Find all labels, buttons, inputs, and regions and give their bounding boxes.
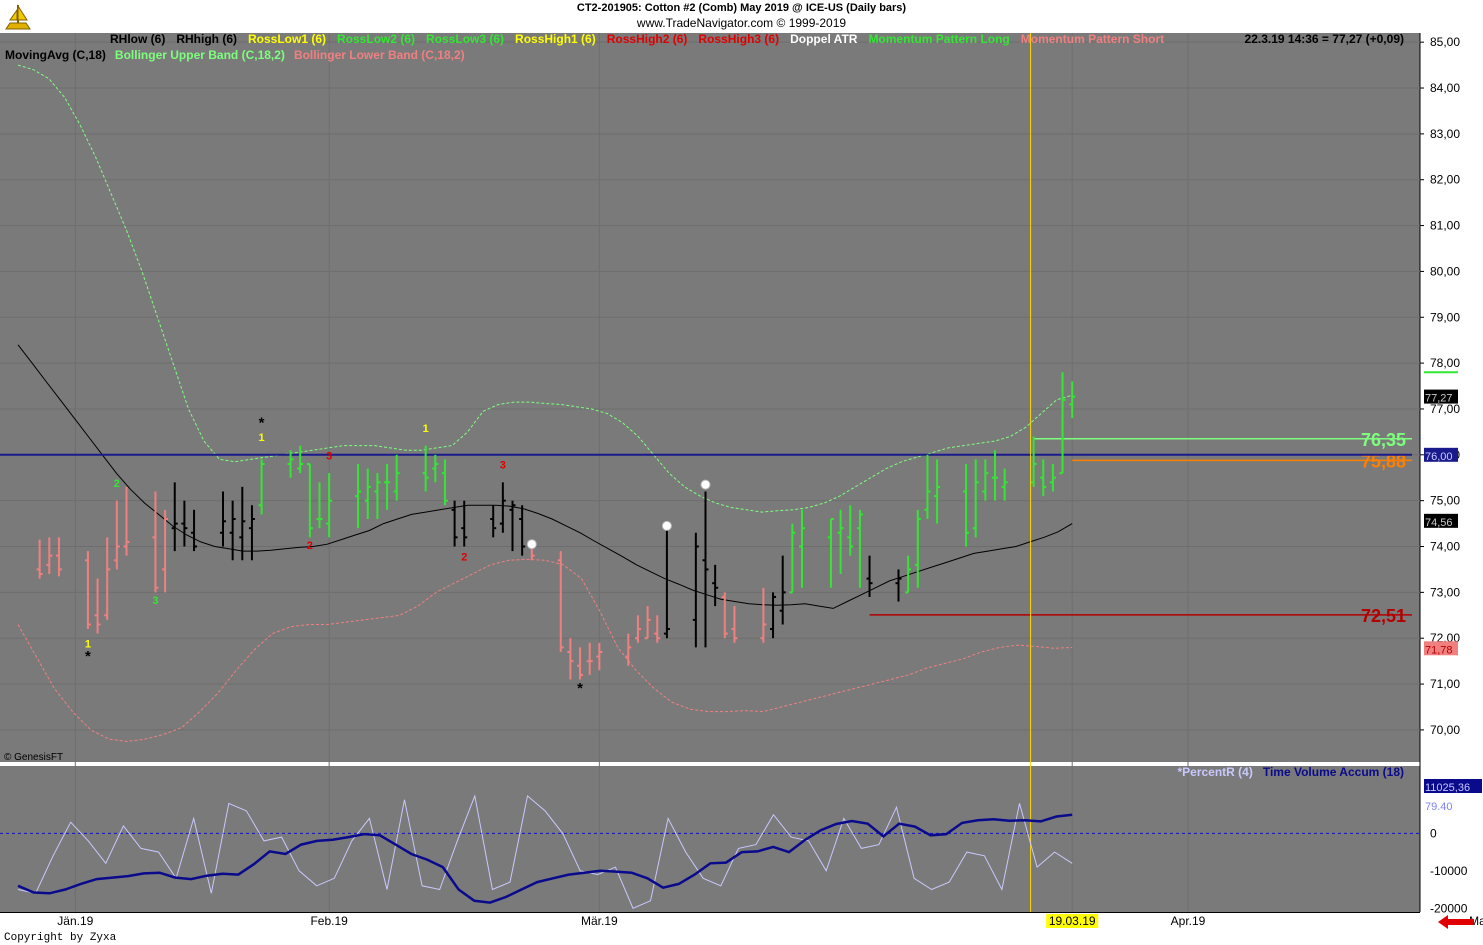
price-tag: 74,56 (1425, 517, 1453, 529)
chart-canvas[interactable]: 85,00 84,00 83,00 82,00 81,00 80,00 79,00 78,00… (0, 0, 1483, 945)
x-tick-label: Feb.19 (310, 914, 348, 928)
legend-item: Doppel ATR (790, 32, 858, 46)
y-tick-label: 85,00 (1430, 35, 1460, 49)
y-tick-label: -10000 (1430, 864, 1468, 878)
y-tick-label: 79,00 (1430, 310, 1460, 324)
legend-item: RossHigh3 (6) (698, 32, 779, 46)
level-label: 76,35 (1361, 430, 1406, 450)
y-tick-label: 82,00 (1430, 173, 1460, 187)
pattern-marker: * (85, 648, 91, 665)
y-tick-label: 83,00 (1430, 127, 1460, 141)
signal-dot (700, 479, 711, 490)
y-tick-label: 0 (1430, 826, 1437, 840)
legend-item: RossLow3 (6) (426, 32, 504, 46)
legend-item: RossHigh2 (6) (607, 32, 688, 46)
legend-item: MovingAvg (C,18) (5, 48, 106, 62)
series-last-value: 11025,36 (1425, 782, 1470, 794)
y-tick-label: 81,00 (1430, 219, 1460, 233)
pattern-marker: 2 (114, 478, 120, 490)
legend-item: *PercentR (4) (1177, 765, 1252, 779)
legend-item: RossHigh1 (6) (515, 32, 596, 46)
legend-item: Bollinger Upper Band (C,18,2) (115, 48, 285, 62)
quote-readout: 22.3.19 14:36 = 77,27 (+0,09) (1245, 32, 1404, 46)
legend-item: RHhigh (6) (176, 32, 237, 46)
legend-item: Time Volume Accum (18) (1263, 765, 1404, 779)
y-tick-label: 73,00 (1430, 585, 1460, 599)
pattern-marker: 3 (326, 450, 332, 462)
genesis-label: © GenesisFT (4, 752, 63, 763)
pattern-marker: 3 (500, 460, 506, 472)
legend-item: Momentum Pattern Long (868, 32, 1009, 46)
y-tick-label: 74,00 (1430, 540, 1460, 554)
y-tick-label: 84,00 (1430, 81, 1460, 95)
signal-dot (526, 539, 537, 550)
x-tick-label: 19.03.19 (1049, 914, 1096, 928)
pattern-marker: 1 (259, 432, 265, 444)
y-tick-label: 71,00 (1430, 677, 1460, 691)
pattern-marker: * (259, 414, 265, 431)
legend-item: RossLow1 (6) (248, 32, 326, 46)
price-tag: 71,78 (1425, 644, 1453, 656)
pattern-marker: 2 (461, 551, 467, 563)
pattern-marker: 1 (423, 423, 429, 435)
y-tick-label: 78,00 (1430, 356, 1460, 370)
lower-panel (0, 766, 1420, 912)
price-tag: 77,27 (1425, 393, 1453, 405)
legend-item: RHlow (6) (110, 32, 165, 46)
y-tick-label: -20000 (1430, 901, 1468, 915)
main-panel (0, 33, 1420, 762)
price-tag: 76,00 (1425, 451, 1453, 463)
pattern-marker: 3 (152, 595, 158, 607)
pattern-marker: * (577, 680, 583, 697)
y-tick-label: 80,00 (1430, 264, 1460, 278)
x-tick-label: Jän.19 (57, 914, 93, 928)
legend-item: Momentum Pattern Short (1021, 32, 1164, 46)
x-tick-label: Mär.19 (581, 914, 618, 928)
y-tick-label: 70,00 (1430, 723, 1460, 737)
legend-item: RossLow2 (6) (337, 32, 415, 46)
copyright-text: Copyright by Zyxa (4, 932, 117, 944)
series-last-value: 79.40 (1425, 801, 1453, 813)
x-tick-label: Apr.19 (1171, 914, 1206, 928)
level-label: 72,51 (1361, 606, 1406, 626)
legend-item: Bollinger Lower Band (C,18,2) (294, 48, 465, 62)
pattern-marker: 2 (307, 540, 313, 552)
signal-dot (661, 520, 672, 531)
y-tick-label: 75,00 (1430, 494, 1460, 508)
